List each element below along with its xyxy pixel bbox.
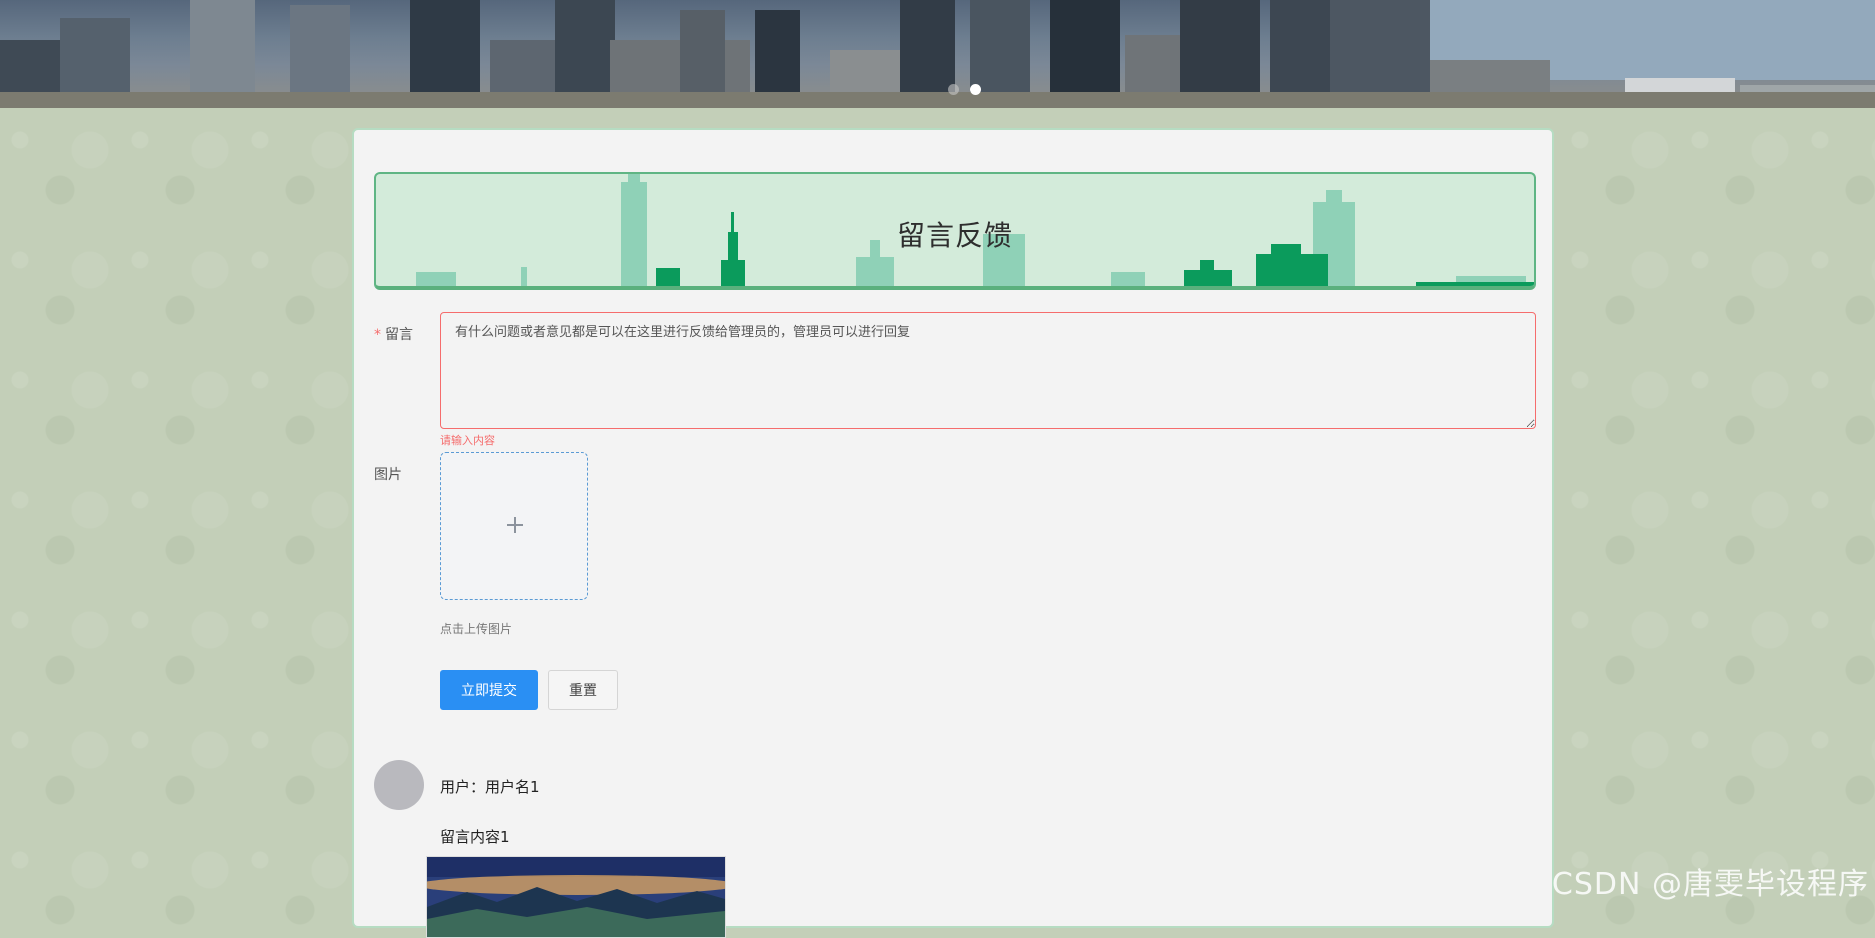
image-upload-box[interactable] [440, 452, 588, 600]
comment-content: 留言内容1 [440, 828, 510, 846]
upload-tip: 点击上传图片 [440, 622, 513, 636]
comment-user: 用户：用户名1 [440, 778, 540, 796]
reset-button[interactable]: 重置 [548, 670, 618, 710]
message-label: * 留言 [374, 324, 413, 344]
title-banner: 留言反馈 [374, 172, 1536, 290]
message-error-text: 请输入内容 [440, 434, 495, 447]
page-title: 留言反馈 [896, 219, 1013, 252]
message-label-text: 留言 [385, 327, 413, 343]
image-label: 图片 [374, 467, 402, 483]
carousel-dot-2[interactable] [970, 84, 981, 95]
plus-icon [507, 517, 523, 533]
avatar [374, 760, 424, 810]
message-textarea[interactable]: 有什么问题或者意见都是可以在这里进行反馈给管理员的，管理员可以进行回复 [440, 312, 1536, 429]
landscape-thumbnail [427, 857, 725, 937]
city-banner-image [0, 0, 1875, 108]
feedback-card: 留言反馈 * 留言 有什么问题或者意见都是可以在这里进行反馈给管理员的，管理员可以… [352, 128, 1554, 938]
required-mark: * [374, 327, 381, 343]
comment-image[interactable] [426, 856, 726, 938]
top-banner-carousel [0, 0, 1875, 108]
submit-button[interactable]: 立即提交 [440, 670, 538, 710]
watermark: CSDN @唐雯毕设程序 [1551, 867, 1869, 902]
carousel-dot-1[interactable] [948, 84, 959, 95]
